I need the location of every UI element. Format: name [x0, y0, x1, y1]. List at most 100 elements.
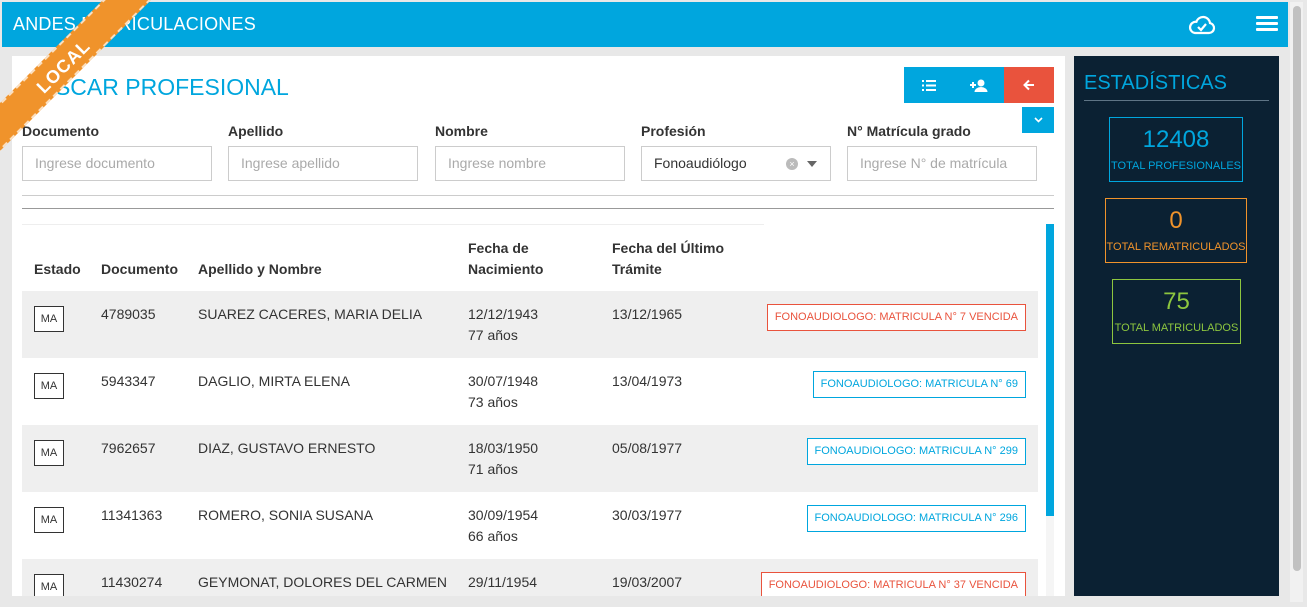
- matricula-badge[interactable]: FONOAUDIOLOGO: MATRICULA N° 7 VENCIDA: [766, 304, 1026, 331]
- nombre-input[interactable]: Ingrese nombre: [435, 146, 625, 181]
- total-rematriculados-card: 0 TOTAL REMATRICULADOS: [1105, 198, 1247, 263]
- matricula-badge[interactable]: FONOAUDIOLOGO: MATRICULA N° 296: [806, 505, 1026, 532]
- nacimiento-cell: 12/12/1943 77 años: [468, 304, 538, 346]
- table-row[interactable]: MA 11430274 GEYMONAT, DOLORES DEL CARMEN…: [22, 559, 1038, 596]
- th-nacimiento-line1: Fecha de: [468, 240, 529, 256]
- nombre-cell: GEYMONAT, DOLORES DEL CARMEN: [198, 574, 447, 590]
- cloud-check-icon[interactable]: [1188, 14, 1216, 36]
- filter-nombre: Nombre Ingrese nombre: [435, 123, 625, 181]
- th-tramite: Fecha del Último Trámite: [612, 238, 724, 280]
- divider: [22, 195, 1054, 196]
- total-rematriculados-value: 0: [1169, 207, 1183, 234]
- th-estado: Estado: [34, 261, 81, 277]
- total-profesionales-label: TOTAL PROFESIONALES: [1111, 160, 1241, 172]
- table-row[interactable]: MA 11341363 ROMERO, SONIA SUSANA 30/09/1…: [22, 492, 1038, 559]
- th-nombre: Apellido y Nombre: [198, 261, 322, 277]
- total-profesionales-card: 12408 TOTAL PROFESIONALES: [1109, 117, 1243, 182]
- th-nacimiento: Fecha de Nacimiento: [468, 238, 543, 280]
- add-user-icon: [970, 79, 988, 92]
- nacimiento-cell: 18/03/1950 71 años: [468, 438, 538, 480]
- app-title[interactable]: ANDES MATRICULACIONES: [13, 14, 256, 35]
- matricula-badge[interactable]: FONOAUDIOLOGO: MATRICULA N° 37 VENCIDA: [760, 572, 1026, 596]
- matricula-input[interactable]: Ingrese N° de matrícula: [847, 146, 1037, 181]
- table-row[interactable]: MA 5943347 DAGLIO, MIRTA ELENA 30/07/194…: [22, 358, 1038, 425]
- nombre-label: Nombre: [435, 123, 488, 139]
- estado-badge: MA: [34, 373, 64, 399]
- tramite-cell: 05/08/1977: [612, 440, 683, 456]
- hamburger-menu-icon[interactable]: [1256, 16, 1278, 34]
- table-scrollbar[interactable]: [1046, 224, 1054, 596]
- nacimiento-date: 29/11/1954: [468, 574, 538, 590]
- results-table: Estado Documento Apellido y Nombre Fecha…: [22, 224, 1040, 596]
- table-header: Estado Documento Apellido y Nombre Fecha…: [22, 224, 764, 291]
- action-buttons: [904, 67, 1054, 103]
- stats-title: ESTADÍSTICAS: [1084, 72, 1227, 94]
- profesion-select[interactable]: Fonoaudiólogo ×: [641, 146, 831, 181]
- back-button[interactable]: [1004, 67, 1054, 103]
- divider: [22, 208, 1054, 209]
- documento-label: Documento: [22, 123, 99, 139]
- table-row[interactable]: MA 4789035 SUAREZ CACERES, MARIA DELIA 1…: [22, 291, 1038, 358]
- page-title: BUSCAR PROFESIONAL: [23, 74, 289, 100]
- documento-input[interactable]: Ingrese documento: [22, 146, 212, 181]
- nacimiento-cell: 30/07/1948 73 años: [468, 371, 538, 413]
- matricula-badge[interactable]: FONOAUDIOLOGO: MATRICULA N° 69: [812, 371, 1026, 398]
- nacimiento-date: 18/03/1950: [468, 440, 539, 456]
- estado-badge: MA: [34, 440, 64, 466]
- matricula-badge[interactable]: FONOAUDIOLOGO: MATRICULA N° 299: [806, 438, 1026, 465]
- documento-cell: 4789035: [101, 306, 156, 322]
- filter-profesion: Profesión Fonoaudiólogo ×: [641, 123, 831, 181]
- table-row[interactable]: MA 7962657 DIAZ, GUSTAVO ERNESTO 18/03/1…: [22, 425, 1038, 492]
- nombre-cell: DIAZ, GUSTAVO ERNESTO: [198, 440, 376, 456]
- tramite-cell: 13/12/1965: [612, 306, 683, 322]
- th-tramite-line1: Fecha del Último: [612, 240, 725, 256]
- matricula-label: N° Matrícula grado: [847, 123, 971, 139]
- nombre-cell: ROMERO, SONIA SUSANA: [198, 507, 374, 523]
- total-matriculados-value: 75: [1163, 288, 1190, 315]
- total-matriculados-card: 75 TOTAL MATRICULADOS: [1112, 279, 1241, 344]
- th-nacimiento-line2: Nacimiento: [468, 261, 544, 277]
- caret-down-icon[interactable]: [807, 161, 817, 167]
- edad: 71 años: [468, 461, 518, 477]
- top-navbar: ANDES MATRICULACIONES: [2, 2, 1288, 47]
- th-tramite-line2: Trámite: [612, 261, 662, 277]
- nacimiento-date: 12/12/1943: [468, 306, 539, 322]
- estado-badge: MA: [34, 306, 64, 332]
- estado-badge: MA: [34, 574, 64, 596]
- arrow-left-icon: [1023, 79, 1034, 91]
- documento-cell: 5943347: [101, 373, 156, 389]
- edad: 73 años: [468, 394, 518, 410]
- th-documento: Documento: [101, 261, 178, 277]
- stats-sidebar: ESTADÍSTICAS 12408 TOTAL PROFESIONALES 0…: [1074, 56, 1279, 596]
- profesion-label: Profesión: [641, 123, 706, 139]
- edad: 77 años: [468, 327, 518, 343]
- clear-icon[interactable]: ×: [786, 158, 798, 170]
- nacimiento-date: 30/09/1954: [468, 507, 539, 523]
- search-panel: BUSCAR PROFESIONAL Documento Ingrese doc…: [12, 56, 1065, 596]
- nombre-cell: SUAREZ CACERES, MARIA DELIA: [198, 306, 423, 322]
- filter-documento: Documento Ingrese documento: [22, 123, 212, 181]
- tramite-cell: 30/03/1977: [612, 507, 683, 523]
- list-icon: [922, 79, 936, 91]
- apellido-label: Apellido: [228, 123, 284, 139]
- estado-badge: MA: [34, 507, 64, 533]
- total-matriculados-label: TOTAL MATRICULADOS: [1114, 322, 1239, 334]
- nacimiento-date: 30/07/1948: [468, 373, 539, 389]
- nombre-cell: DAGLIO, MIRTA ELENA: [198, 373, 350, 389]
- documento-cell: 11341363: [101, 507, 163, 523]
- tramite-cell: 19/03/2007: [612, 574, 683, 590]
- profesion-value: Fonoaudiólogo: [654, 155, 747, 171]
- filter-matricula: N° Matrícula grado Ingrese N° de matrícu…: [847, 123, 1037, 181]
- list-button[interactable]: [904, 67, 954, 103]
- documento-cell: 11430274: [101, 574, 163, 590]
- divider: [1084, 100, 1269, 101]
- apellido-input[interactable]: Ingrese apellido: [228, 146, 418, 181]
- edad: 66 años: [468, 528, 518, 544]
- documento-cell: 7962657: [101, 440, 156, 456]
- add-user-button[interactable]: [954, 67, 1004, 103]
- page-scrollbar[interactable]: [1290, 2, 1303, 602]
- total-profesionales-value: 12408: [1142, 126, 1210, 153]
- nacimiento-cell: 30/09/1954 66 años: [468, 505, 538, 547]
- nacimiento-cell: 29/11/1954: [468, 572, 537, 593]
- tramite-cell: 13/04/1973: [612, 373, 683, 389]
